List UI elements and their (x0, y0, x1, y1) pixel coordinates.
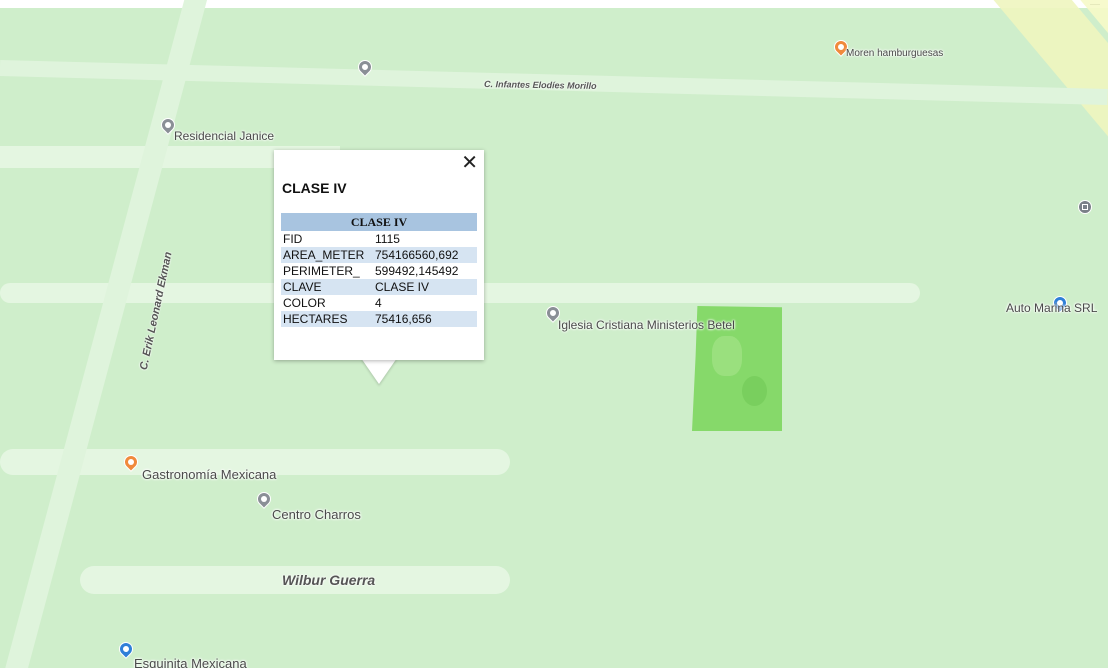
attr-key: PERIMETER_ (283, 264, 360, 278)
attr-value: 4 (375, 296, 382, 310)
attr-key: HECTARES (281, 311, 373, 327)
street-label-infantes: C. Infantes Elodíes Morillo (483, 79, 597, 91)
poi-label-moren[interactable]: Moren hamburguesas (846, 48, 943, 59)
street-label-wilbur: Wilbur Guerra (282, 572, 376, 588)
parcel-texture (742, 376, 767, 406)
attr-key: COLOR (283, 296, 326, 310)
map-canvas[interactable]: C. Infantes Elodíes Morillo C. Erik Leon… (0, 0, 1108, 668)
attr-key: FID (283, 232, 303, 246)
attr-key: CLAVE (281, 279, 373, 295)
poi-label-janice[interactable]: Residencial Janice (174, 129, 274, 143)
transit-icon[interactable] (1079, 201, 1091, 213)
attr-key: AREA_METER (281, 247, 373, 263)
street-label-erik: C. Erik Leonard Ekman (137, 250, 175, 372)
attr-value: CLASE IV (373, 279, 477, 295)
poi-label-iglesia[interactable]: Iglesia Cristiana Ministerios Betel (558, 318, 735, 332)
poi-pin-icon[interactable] (255, 490, 273, 508)
table-row: PERIMETER_ 599492,145492 (281, 263, 477, 279)
attr-value: 599492,145492 (375, 264, 459, 278)
table-row: CLAVE CLASE IV (281, 279, 477, 295)
table-row: AREA_METER 754166560,692 (281, 247, 477, 263)
top-bar (0, 0, 1108, 8)
poi-label-auto[interactable]: Auto Marina SRL (1006, 301, 1097, 315)
table-row: COLOR 4 (281, 295, 477, 311)
feature-popup: ✕ CLASE IV CLASE IV FID 1115 AREA_METER … (274, 150, 484, 360)
shop-pin-icon[interactable] (117, 640, 135, 658)
popup-tail (361, 358, 397, 384)
attribute-table: CLASE IV FID 1115 AREA_METER 754166560,6… (281, 213, 477, 327)
attr-value: 754166560,692 (373, 247, 477, 263)
table-header: CLASE IV (281, 213, 477, 231)
table-row: FID 1115 (281, 231, 477, 247)
poi-label-charros[interactable]: Centro Charros (272, 507, 361, 522)
table-row: HECTARES 75416,656 (281, 311, 477, 327)
popup-title: CLASE IV (282, 180, 347, 196)
parcel-texture (712, 336, 742, 376)
attr-value: 1115 (375, 232, 400, 246)
poi-label-esquinita[interactable]: Esquinita Mexicana (134, 656, 247, 668)
poi-label-gastronomia[interactable]: Gastronomía Mexicana (142, 467, 276, 482)
table-header-row: CLASE IV (281, 213, 477, 231)
attr-value: 75416,656 (373, 311, 477, 327)
close-icon[interactable]: ✕ (461, 153, 478, 173)
